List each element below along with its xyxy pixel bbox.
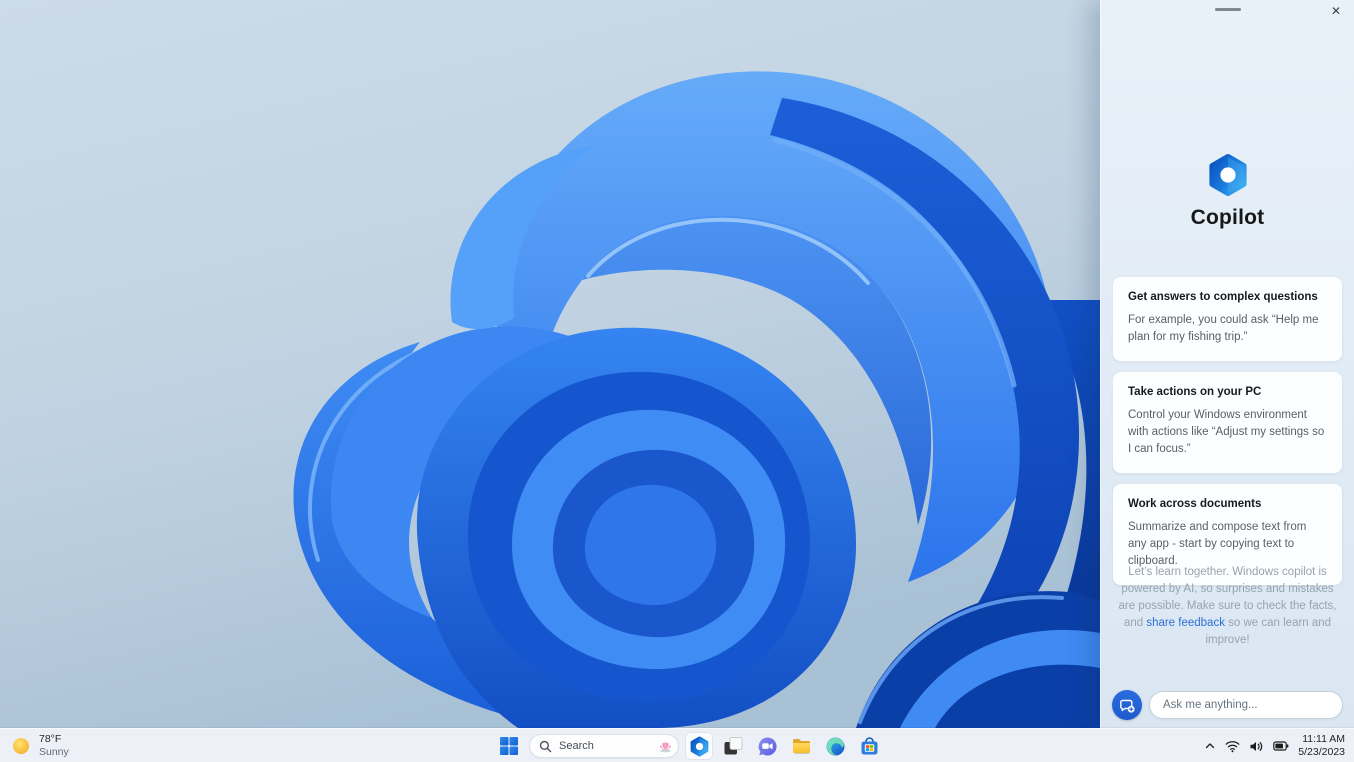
copilot-logo-icon: [1208, 154, 1247, 196]
bloom-wallpaper: [0, 0, 1100, 728]
task-view-icon: [724, 737, 743, 755]
search-box[interactable]: Search: [529, 734, 679, 758]
weather-temperature: 78°F: [39, 733, 62, 746]
weather-text: 78°F Sunny: [39, 733, 69, 759]
windows-logo-icon: [500, 737, 518, 755]
taskbar-center: Search: [495, 729, 883, 762]
search-highlight-badge[interactable]: [656, 736, 675, 756]
card-body: Control your Windows environment with ac…: [1128, 409, 1325, 456]
wifi-icon[interactable]: [1225, 740, 1240, 753]
taskbar-app-copilot[interactable]: [685, 732, 713, 760]
suggestion-card[interactable]: Get answers to complex questions For exa…: [1113, 277, 1342, 362]
disclaimer-post: so we can learn and improve!: [1205, 616, 1332, 646]
sun-icon: [13, 738, 29, 754]
search-icon: [539, 740, 552, 752]
taskbar-app-store[interactable]: [855, 732, 883, 760]
chevron-up-icon[interactable]: [1204, 740, 1216, 752]
card-body: Summarize and compose text from any app …: [1128, 521, 1307, 568]
share-feedback-link[interactable]: share feedback: [1146, 617, 1225, 629]
copilot-panel: ✕ Copilot Get answers to complex questio…: [1100, 0, 1354, 728]
clock-date: 5/23/2023: [1298, 746, 1345, 758]
clock-time: 11:11 AM: [1302, 732, 1345, 745]
new-chat-button[interactable]: [1112, 690, 1142, 720]
taskbar-app-chat[interactable]: [753, 732, 781, 760]
panel-titlebar: ✕: [1101, 0, 1354, 22]
folder-icon: [792, 738, 810, 753]
taskbar-app-task-view[interactable]: [719, 732, 747, 760]
copilot-input-row: [1112, 690, 1343, 720]
windows-desktop-screen: ✕ Copilot Get answers to complex questio…: [0, 0, 1354, 762]
card-title: Get answers to complex questions: [1128, 291, 1318, 303]
taskbar: 78°F Sunny Search 11:11 AM 5/23/2023: [0, 728, 1354, 762]
disclaimer-text: Let’s learn together. Windows copilot is…: [1114, 564, 1341, 648]
drag-handle-icon[interactable]: [1214, 8, 1241, 11]
taskbar-app-file-explorer[interactable]: [787, 732, 815, 760]
lotus-flower-icon: [660, 740, 671, 752]
weather-condition: Sunny: [39, 746, 69, 758]
volume-icon[interactable]: [1249, 740, 1264, 753]
card-title: Take actions on your PC: [1128, 386, 1262, 399]
panel-title: Copilot: [1190, 206, 1265, 229]
suggestion-cards: Get answers to complex questions For exa…: [1113, 277, 1342, 586]
tray-icons: [1204, 740, 1289, 753]
edge-icon: [826, 737, 844, 755]
chat-icon: [758, 736, 777, 755]
store-icon: [861, 736, 877, 754]
search-placeholder: Search: [559, 740, 594, 752]
start-button[interactable]: [495, 732, 523, 760]
system-tray: 11:11 AM 5/23/2023: [1204, 729, 1345, 762]
ask-input[interactable]: [1149, 691, 1343, 719]
desktop[interactable]: [0, 0, 1100, 728]
suggestion-card[interactable]: Take actions on your PC Control your Win…: [1113, 372, 1342, 474]
weather-widget[interactable]: 78°F Sunny: [11, 729, 69, 762]
taskbar-app-edge[interactable]: [821, 732, 849, 760]
card-body: For example, you could ask “Help me plan…: [1128, 314, 1319, 344]
copilot-taskbar-icon: [690, 735, 708, 757]
card-title: Work across documents: [1128, 498, 1262, 511]
new-chat-icon: [1119, 699, 1135, 713]
close-icon[interactable]: ✕: [1327, 2, 1345, 20]
battery-icon[interactable]: [1273, 740, 1289, 752]
clock[interactable]: 11:11 AM 5/23/2023: [1298, 733, 1345, 759]
